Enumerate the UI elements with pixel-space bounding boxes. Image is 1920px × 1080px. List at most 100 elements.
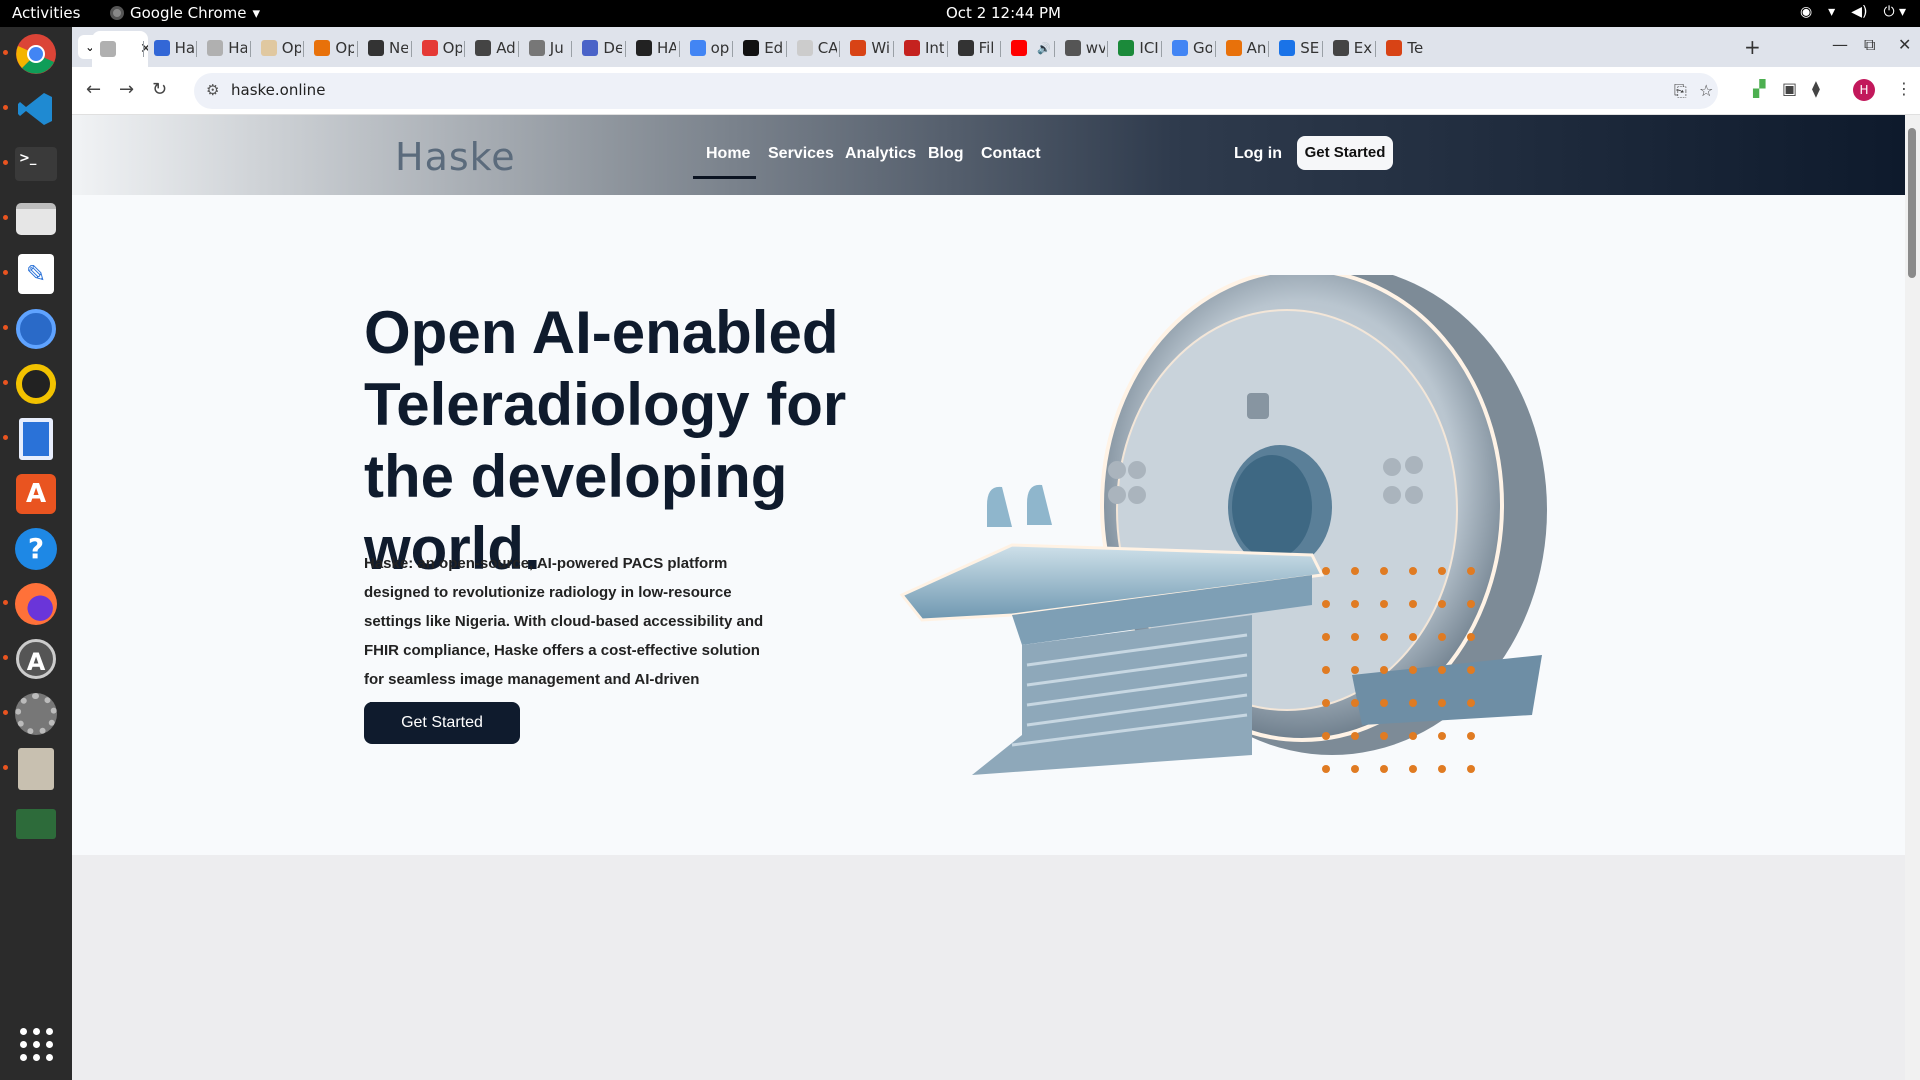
dock-writer[interactable] — [3, 414, 61, 464]
browser-tab[interactable]: Op — [253, 33, 301, 63]
back-button[interactable]: ← — [86, 79, 101, 100]
extension-chart-icon[interactable]: ▞ — [1753, 79, 1765, 98]
menu-kebab-icon[interactable]: ⋮ — [1896, 79, 1912, 98]
nav-contact[interactable]: Contact — [981, 145, 1041, 163]
dock-firefox[interactable] — [3, 579, 61, 629]
decor-dot — [1438, 666, 1446, 674]
browser-tab[interactable]: Int — [896, 33, 944, 63]
browser-tab[interactable]: CA — [789, 33, 837, 63]
hero-get-started-button[interactable]: Get Started — [364, 702, 520, 744]
reload-button[interactable]: ↻ — [152, 79, 167, 100]
decor-dot — [1322, 666, 1330, 674]
clock[interactable]: Oct 2 12:44 PM — [946, 4, 1061, 22]
browser-tab[interactable]: ICI — [1110, 33, 1158, 63]
browser-tab[interactable]: Ex — [1325, 33, 1373, 63]
browser-tab[interactable]: Op — [306, 33, 354, 63]
dock-vscode[interactable] — [3, 84, 61, 134]
browser-tab[interactable]: Ed — [735, 33, 783, 63]
tab-favicon-icon — [1172, 40, 1188, 56]
volume-icon: ◀) — [1851, 4, 1868, 20]
dock-terminal[interactable]: >_ — [3, 139, 61, 189]
decor-dot — [1438, 633, 1446, 641]
chrome-icon — [16, 34, 56, 74]
dock-rhythmbox[interactable] — [3, 359, 61, 409]
app-menu[interactable]: Google Chrome ▾ — [110, 4, 260, 22]
login-link[interactable]: Log in — [1234, 145, 1282, 163]
decor-dot — [1438, 765, 1446, 773]
header-get-started-button[interactable]: Get Started — [1297, 136, 1393, 170]
nav-services[interactable]: Services — [768, 145, 834, 163]
dock-help[interactable]: ? — [11, 524, 61, 574]
chrome-icon — [110, 6, 124, 20]
dock-software-updater[interactable]: A — [3, 634, 61, 684]
browser-tab[interactable]: Ad — [467, 33, 515, 63]
decor-dot — [1467, 732, 1475, 740]
dock-software[interactable]: A — [11, 469, 61, 519]
browser-tab[interactable]: De — [574, 33, 622, 63]
tab-audio-icon[interactable]: 🔊 — [1037, 42, 1051, 55]
browser-tab[interactable]: Ju — [521, 33, 569, 63]
decor-dot — [1351, 732, 1359, 740]
tab-separator — [303, 41, 305, 57]
decor-dot — [1438, 567, 1446, 575]
chevron-down-icon: ▾ — [252, 4, 261, 22]
browser-tab[interactable]: Go — [1164, 33, 1212, 63]
browser-tab[interactable]: Te — [1378, 33, 1426, 63]
nav-home[interactable]: Home — [706, 145, 750, 163]
decor-dot — [1380, 699, 1388, 707]
dock-files[interactable] — [3, 194, 61, 244]
dock-thunderbird[interactable] — [3, 304, 61, 354]
page-scrollbar[interactable] — [1905, 115, 1920, 1080]
browser-tab[interactable]: Wi — [842, 33, 890, 63]
browser-tab[interactable]: Ha — [199, 33, 247, 63]
tab-favicon-icon — [1386, 40, 1403, 56]
tab-title: Op — [335, 39, 355, 57]
dock-text-editor[interactable]: ✎ — [3, 249, 61, 299]
browser-tab[interactable]: Ha — [146, 33, 194, 63]
url-text[interactable]: haske.online — [231, 81, 325, 99]
site-info-icon[interactable]: ⚙ — [206, 81, 219, 99]
system-tray[interactable]: ◉ ▾ ◀) ⏻ ▾ — [1800, 4, 1906, 20]
tab-favicon-icon — [850, 40, 867, 56]
minimize-button[interactable]: — — [1832, 35, 1848, 54]
browser-tab[interactable]: 🔊 — [1003, 33, 1051, 63]
dock-settings[interactable] — [3, 689, 61, 739]
dock-chrome[interactable] — [3, 29, 61, 79]
browser-tab[interactable]: op — [682, 33, 730, 63]
browser-tab[interactable]: An — [1218, 33, 1266, 63]
forward-button[interactable]: → — [119, 79, 134, 100]
restore-button[interactable]: ⧉ — [1864, 35, 1875, 55]
profile-avatar[interactable]: H — [1853, 79, 1875, 101]
close-window-button[interactable]: ✕ — [1898, 35, 1911, 54]
scrollbar-thumb[interactable] — [1908, 128, 1916, 278]
activities-button[interactable]: Activities — [12, 4, 80, 22]
browser-tab[interactable]: HA — [628, 33, 676, 63]
bookmark-star-icon[interactable]: ☆ — [1699, 81, 1713, 100]
address-bar[interactable]: ⚙ haske.online ⎘ ☆ — [194, 73, 1718, 109]
tab-separator — [1053, 41, 1055, 57]
tab-favicon-icon — [1011, 40, 1028, 56]
tab-title: wv — [1085, 39, 1105, 57]
vscode-icon — [18, 93, 52, 125]
haske-logo[interactable]: Haske — [395, 135, 516, 179]
browser-tab[interactable]: ✕ — [92, 31, 148, 67]
show-apps-button[interactable] — [14, 1022, 58, 1066]
install-app-icon[interactable]: ⎘ — [1674, 81, 1687, 101]
tab-favicon-icon — [957, 40, 974, 56]
tab-favicon-icon — [475, 40, 492, 56]
nav-analytics[interactable]: Analytics — [845, 145, 916, 163]
browser-tab[interactable]: wv — [1057, 33, 1105, 63]
browser-tab[interactable]: Fil — [950, 33, 998, 63]
updater-icon: A — [16, 639, 56, 679]
new-tab-button[interactable]: + — [1744, 35, 1761, 59]
browser-tab[interactable]: Ne — [360, 33, 408, 63]
dock-monitor[interactable] — [11, 799, 61, 849]
dock-archive[interactable] — [3, 744, 61, 794]
browser-tab[interactable]: Op — [414, 33, 462, 63]
nav-blog[interactable]: Blog — [928, 145, 964, 163]
extensions-puzzle-icon[interactable]: ⧫ — [1812, 79, 1820, 98]
decor-dot — [1467, 567, 1475, 575]
extension-terminal-icon[interactable]: ▣ — [1782, 79, 1797, 98]
tab-separator — [1268, 41, 1270, 57]
browser-tab[interactable]: SE — [1271, 33, 1319, 63]
